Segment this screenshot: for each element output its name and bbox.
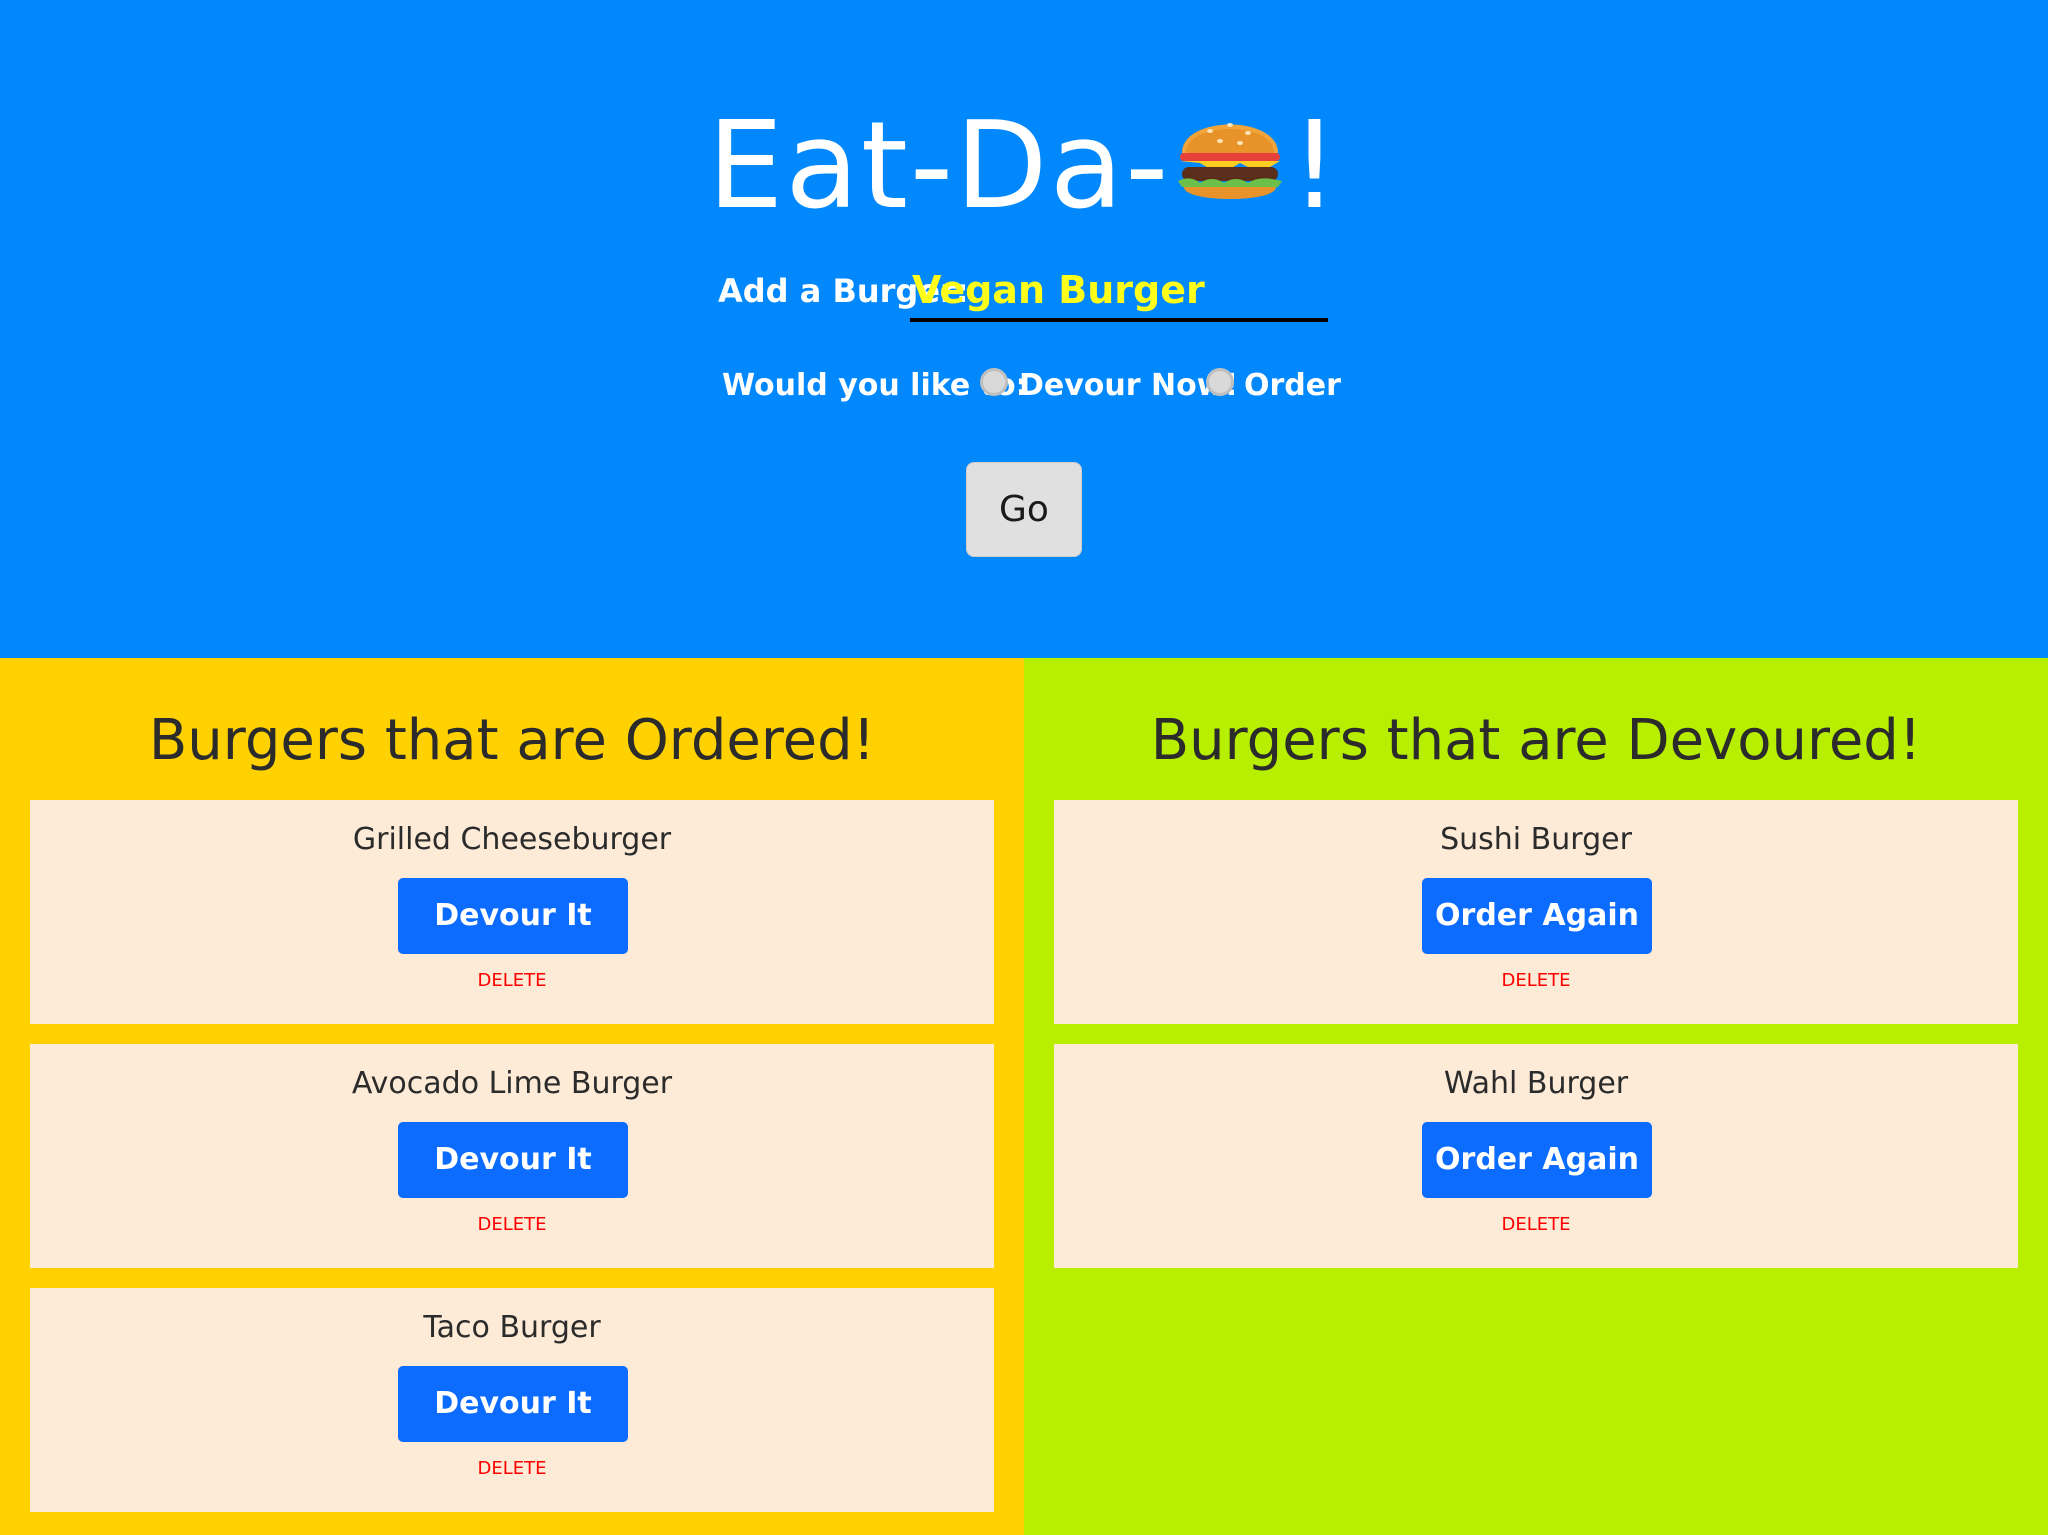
delete-link[interactable]: DELETE bbox=[30, 970, 994, 991]
burger-name-input[interactable] bbox=[910, 262, 1328, 322]
hamburger-icon bbox=[1178, 123, 1283, 199]
order-radio[interactable] bbox=[1206, 368, 1234, 396]
order-again-button[interactable]: Order Again bbox=[1422, 878, 1652, 954]
ordered-title: Burgers that are Ordered! bbox=[148, 708, 876, 773]
ordered-burger-card: Taco Burger Devour It DELETE bbox=[30, 1288, 994, 1512]
burger-name: Sushi Burger bbox=[1440, 822, 1632, 857]
burger-name: Wahl Burger bbox=[1443, 1066, 1629, 1101]
devour-it-button[interactable]: Devour It bbox=[398, 1122, 628, 1198]
burger-name: Grilled Cheeseburger bbox=[352, 822, 672, 857]
burger-name: Avocado Lime Burger bbox=[351, 1066, 673, 1101]
devour-it-button[interactable]: Devour It bbox=[398, 878, 628, 954]
delete-link[interactable]: DELETE bbox=[1054, 970, 2018, 991]
devour-it-button[interactable]: Devour It bbox=[398, 1366, 628, 1442]
devour-now-label[interactable]: Devour Now! bbox=[1019, 368, 1238, 403]
title-suffix: ! bbox=[1290, 97, 1341, 236]
devoured-burger-card: Wahl Burger Order Again DELETE bbox=[1054, 1044, 2018, 1268]
ordered-burger-card: Avocado Lime Burger Devour It DELETE bbox=[30, 1044, 994, 1268]
devoured-title: Burgers that are Devoured! bbox=[1150, 708, 1922, 773]
page-title: Eat-Da- ! bbox=[0, 95, 2048, 237]
delete-link[interactable]: DELETE bbox=[30, 1458, 994, 1479]
delete-link[interactable]: DELETE bbox=[1054, 1214, 2018, 1235]
order-label[interactable]: Order bbox=[1244, 368, 1341, 403]
ordered-column: Burgers that are Ordered! Grilled Cheese… bbox=[0, 658, 1024, 1535]
title-prefix: Eat-Da- bbox=[707, 97, 1171, 236]
devoured-column: Burgers that are Devoured! Sushi Burger … bbox=[1024, 658, 2048, 1535]
header-section: Eat-Da- ! Add a Burger: Would you like t… bbox=[0, 0, 2048, 658]
go-button[interactable]: Go bbox=[966, 462, 1082, 557]
devour-now-radio[interactable] bbox=[980, 368, 1008, 396]
burger-name: Taco Burger bbox=[423, 1310, 601, 1345]
ordered-burger-card: Grilled Cheeseburger Devour It DELETE bbox=[30, 800, 994, 1024]
delete-link[interactable]: DELETE bbox=[30, 1214, 994, 1235]
order-again-button[interactable]: Order Again bbox=[1422, 1122, 1652, 1198]
devoured-burger-card: Sushi Burger Order Again DELETE bbox=[1054, 800, 2018, 1024]
